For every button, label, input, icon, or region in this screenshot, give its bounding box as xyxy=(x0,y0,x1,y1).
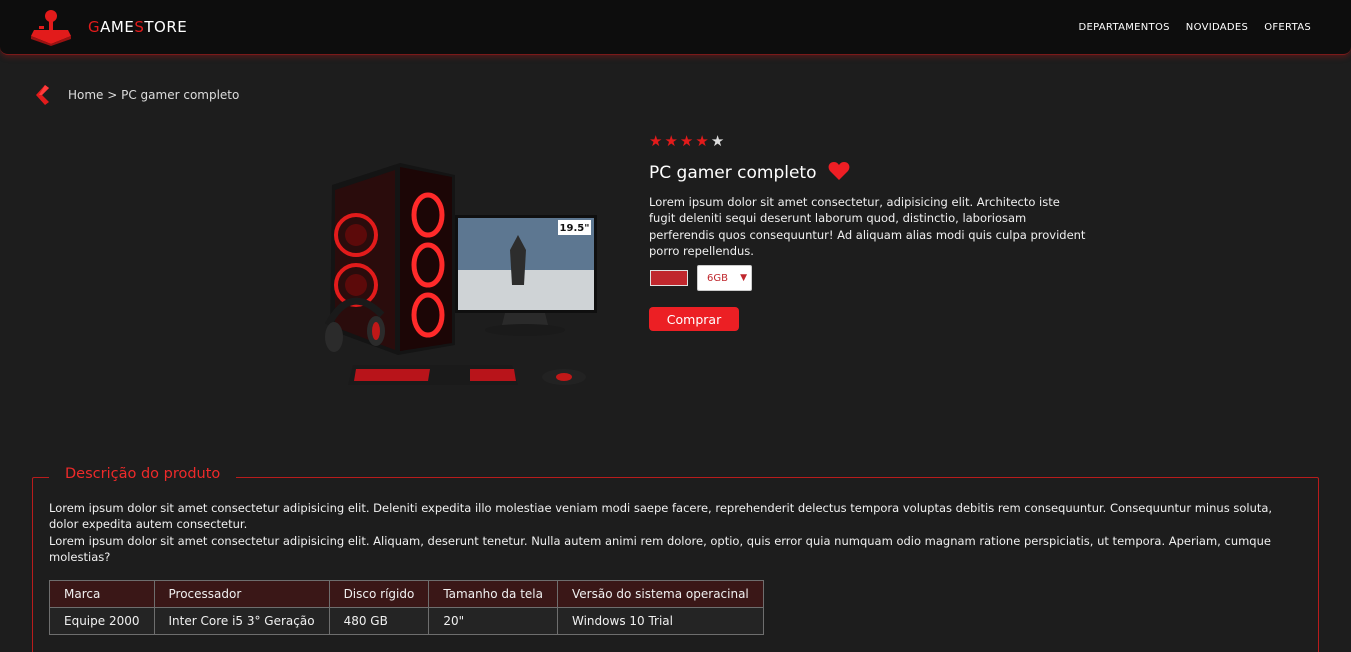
brand-logo-text[interactable]: GAMESTORE xyxy=(88,18,187,36)
main-nav: DEPARTAMENTOS NOVIDADES OFERTAS xyxy=(1078,22,1311,33)
column-header: Processador xyxy=(153,580,330,608)
table-row: Equipe 2000 Inter Core i5 3° Geração 480… xyxy=(49,607,764,635)
description-paragraph: Lorem ipsum dolor sit amet consectetur a… xyxy=(49,534,1271,565)
column-header: Versão do sistema operacinal xyxy=(557,580,764,608)
nav-novidades[interactable]: NOVIDADES xyxy=(1186,22,1248,33)
table-cell: Inter Core i5 3° Geração xyxy=(153,607,330,635)
table-cell: 20" xyxy=(428,607,558,635)
star-icon[interactable]: ★ xyxy=(649,134,662,149)
buy-button[interactable]: Comprar xyxy=(649,307,739,331)
breadcrumb: Home > PC gamer completo xyxy=(68,88,240,102)
column-header: Marca xyxy=(49,580,155,608)
star-icon[interactable]: ★ xyxy=(664,134,677,149)
table-cell: Windows 10 Trial xyxy=(557,607,764,635)
chevron-down-icon: ▼ xyxy=(740,273,747,283)
joystick-icon[interactable] xyxy=(30,8,72,46)
nav-departamentos[interactable]: DEPARTAMENTOS xyxy=(1078,22,1169,33)
star-icon[interactable]: ★ xyxy=(680,134,693,149)
product-title: PC gamer completo xyxy=(649,163,817,183)
gaming-pc-setup-image: 19.5" xyxy=(324,163,597,385)
table-cell: 480 GB xyxy=(328,607,430,635)
star-icon[interactable]: ★ xyxy=(695,134,708,149)
top-header: GAMESTORE DEPARTAMENTOS NOVIDADES OFERTA… xyxy=(0,0,1351,55)
monitor-size-label: 19.5" xyxy=(560,223,590,234)
chevron-left-icon[interactable] xyxy=(35,85,53,105)
rating-stars[interactable]: ★ ★ ★ ★ ★ xyxy=(649,134,724,149)
column-header: Tamanho da tela xyxy=(428,580,558,608)
specs-table: Marca Processador Disco rígido Tamanho d… xyxy=(49,580,764,635)
table-cell: Equipe 2000 xyxy=(49,607,155,635)
memory-select-value: 6GB xyxy=(707,273,728,284)
memory-select[interactable]: 6GB ▼ xyxy=(697,265,752,291)
product-description: Lorem ipsum dolor sit amet consectetur, … xyxy=(649,195,1086,258)
section-legend: Descrição do produto xyxy=(49,466,237,482)
heart-icon[interactable] xyxy=(828,161,850,181)
table-header-row: Marca Processador Disco rígido Tamanho d… xyxy=(49,580,764,608)
description-paragraph: Lorem ipsum dolor sit amet consectetur a… xyxy=(49,501,1273,532)
column-header: Disco rígido xyxy=(328,580,430,608)
star-icon[interactable]: ★ xyxy=(711,134,724,149)
nav-ofertas[interactable]: OFERTAS xyxy=(1264,22,1311,33)
color-swatch[interactable] xyxy=(650,270,688,286)
